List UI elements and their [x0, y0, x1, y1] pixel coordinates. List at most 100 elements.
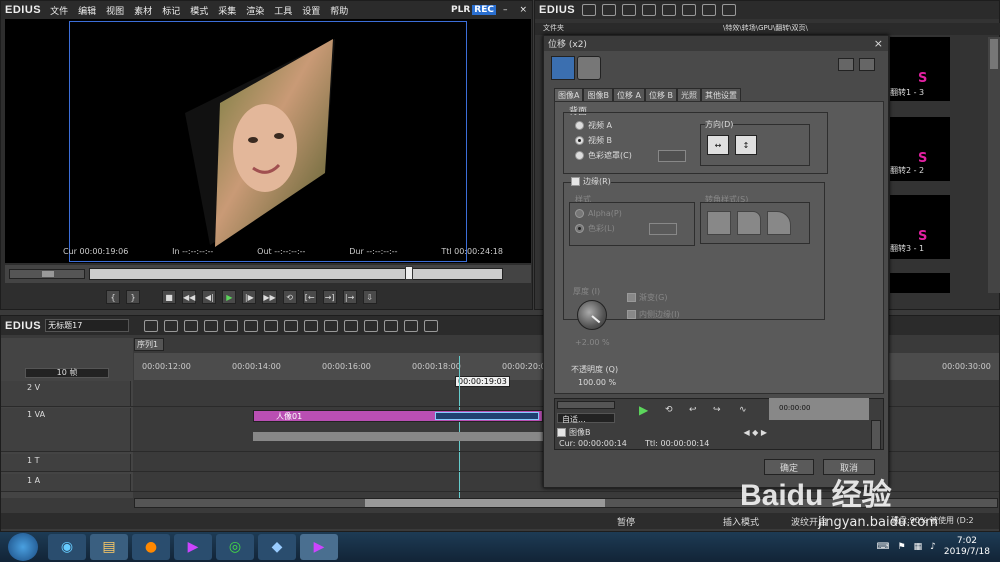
menu-item[interactable]: 标记: [157, 7, 185, 17]
insert-icon[interactable]: [←: [302, 290, 317, 304]
clock[interactable]: 7:02 2019/7/18: [944, 536, 990, 558]
preset-save-icon[interactable]: [859, 58, 875, 71]
folder-icon[interactable]: [582, 4, 597, 16]
rec-button[interactable]: REC: [472, 5, 496, 15]
app-icon[interactable]: ◆: [258, 534, 296, 560]
menu-item[interactable]: 工具: [269, 7, 297, 17]
browser-icon[interactable]: ◎: [216, 534, 254, 560]
explorer-icon[interactable]: ▤: [90, 534, 128, 560]
corner-bevel-icon[interactable]: [767, 211, 791, 235]
redo-icon[interactable]: [384, 319, 399, 332]
radio-color-matte[interactable]: 色彩遮罩(C): [575, 148, 686, 163]
delete-icon[interactable]: [662, 4, 677, 16]
set-in-icon[interactable]: {: [106, 290, 120, 304]
properties-icon[interactable]: [682, 4, 697, 16]
start-button[interactable]: [8, 533, 38, 561]
mini-ruler[interactable]: 00:00:00: [769, 398, 869, 420]
mini-loop-icon[interactable]: ⟲: [665, 405, 673, 415]
plr-button[interactable]: PLR: [451, 5, 470, 15]
menu-item[interactable]: 文件: [45, 7, 73, 17]
color-swatch[interactable]: [657, 149, 686, 162]
mini-shuttle[interactable]: [557, 401, 615, 409]
step-forward-icon[interactable]: |▶: [242, 290, 257, 304]
delete-clip-icon[interactable]: [324, 319, 339, 332]
thickness-knob[interactable]: [577, 300, 607, 330]
firefox-icon[interactable]: ●: [132, 534, 170, 560]
list-icon[interactable]: [702, 4, 717, 16]
marker-icon[interactable]: [404, 319, 419, 332]
radio-video-a[interactable]: 视频 A: [575, 118, 686, 133]
render-icon[interactable]: [424, 319, 439, 332]
fast-forward-icon[interactable]: ▶▶: [262, 290, 277, 304]
radio-video-b[interactable]: 视频 B: [575, 133, 686, 148]
new-sequence-icon[interactable]: [144, 319, 159, 332]
border-color-swatch[interactable]: [648, 222, 677, 235]
dialog-close-icon[interactable]: ×: [874, 37, 888, 50]
camera-icon[interactable]: [164, 319, 179, 332]
loop-icon[interactable]: ⟲: [282, 290, 297, 304]
list-item[interactable]: [890, 273, 950, 293]
import-icon[interactable]: [224, 319, 239, 332]
menu-item[interactable]: 采集: [213, 7, 241, 17]
radio-alpha[interactable]: Alpha(P): [575, 206, 677, 221]
volume-icon[interactable]: ♪: [930, 542, 936, 552]
transition-clip[interactable]: [435, 412, 539, 420]
copy-clip-icon[interactable]: [284, 319, 299, 332]
media-player-icon[interactable]: ◉: [48, 534, 86, 560]
keyframe-nav-icon[interactable]: ◀ ◆ ▶: [743, 428, 767, 437]
edius-icon[interactable]: ▶: [174, 534, 212, 560]
sequence-tab[interactable]: 序列1: [134, 338, 164, 351]
keyboard-icon[interactable]: ⌨: [877, 542, 890, 552]
radio-color[interactable]: 色彩(L): [575, 221, 677, 236]
copy-icon[interactable]: [622, 4, 637, 16]
border-checkbox[interactable]: 边缘(R): [571, 176, 611, 187]
palette-icon[interactable]: [551, 56, 575, 80]
corner-round-icon[interactable]: [737, 211, 761, 235]
position-marker[interactable]: [405, 266, 413, 280]
open-icon[interactable]: [184, 319, 199, 332]
edius-active-icon[interactable]: ▶: [300, 534, 338, 560]
flag-icon[interactable]: ⚑: [898, 542, 906, 552]
shuttle-slider[interactable]: [9, 269, 85, 279]
zoom-control[interactable]: 10 帧: [25, 368, 109, 378]
inner-edge-checkbox[interactable]: 内侧边缘(I): [627, 309, 680, 320]
menu-item[interactable]: 渲染: [241, 7, 269, 17]
step-back-icon[interactable]: ◀|: [202, 290, 217, 304]
horizontal-arrow-icon[interactable]: ↔: [707, 135, 729, 155]
paste-icon[interactable]: [304, 319, 319, 332]
export-icon[interactable]: ⇩: [362, 290, 377, 304]
add-icon[interactable]: [642, 4, 657, 16]
mini-graph-icon[interactable]: ∿: [739, 405, 747, 415]
network-icon[interactable]: ▦: [914, 542, 923, 552]
menu-item[interactable]: 编辑: [73, 7, 101, 17]
corner-square-icon[interactable]: [707, 211, 731, 235]
menu-item[interactable]: 模式: [185, 7, 213, 17]
vertical-arrow-icon[interactable]: ↕: [735, 135, 757, 155]
menu-item[interactable]: 素材: [129, 7, 157, 17]
dialog-scrollbar[interactable]: [871, 420, 881, 450]
position-bar[interactable]: [89, 268, 503, 280]
undo-icon[interactable]: [364, 319, 379, 332]
ripple-delete-icon[interactable]: [344, 319, 359, 332]
save-icon[interactable]: [204, 319, 219, 332]
menu-item[interactable]: 设置: [297, 7, 325, 17]
menu-item[interactable]: 视图: [101, 7, 129, 17]
overwrite-icon[interactable]: →]: [322, 290, 337, 304]
preset-load-icon[interactable]: [838, 58, 854, 71]
up-icon[interactable]: [602, 4, 617, 16]
rewind-icon[interactable]: ◀◀: [182, 290, 197, 304]
cut-icon[interactable]: [264, 319, 279, 332]
stopwatch-icon[interactable]: [577, 56, 601, 80]
settings-icon[interactable]: [244, 319, 259, 332]
auto-select[interactable]: 自适...: [557, 413, 615, 424]
menu-item[interactable]: 帮助: [325, 7, 353, 17]
set-out-icon[interactable]: }: [126, 290, 140, 304]
gradient-checkbox[interactable]: 渐变(G): [627, 292, 667, 303]
minimize-icon[interactable]: –: [498, 5, 513, 15]
lock-icon[interactable]: [722, 4, 737, 16]
stop-icon[interactable]: ■: [162, 290, 176, 304]
mini-prev-key-icon[interactable]: ↩: [689, 405, 697, 415]
mini-play-icon[interactable]: ▶: [639, 403, 648, 417]
mini-next-key-icon[interactable]: ↪: [713, 405, 721, 415]
close-icon[interactable]: ×: [514, 5, 532, 15]
